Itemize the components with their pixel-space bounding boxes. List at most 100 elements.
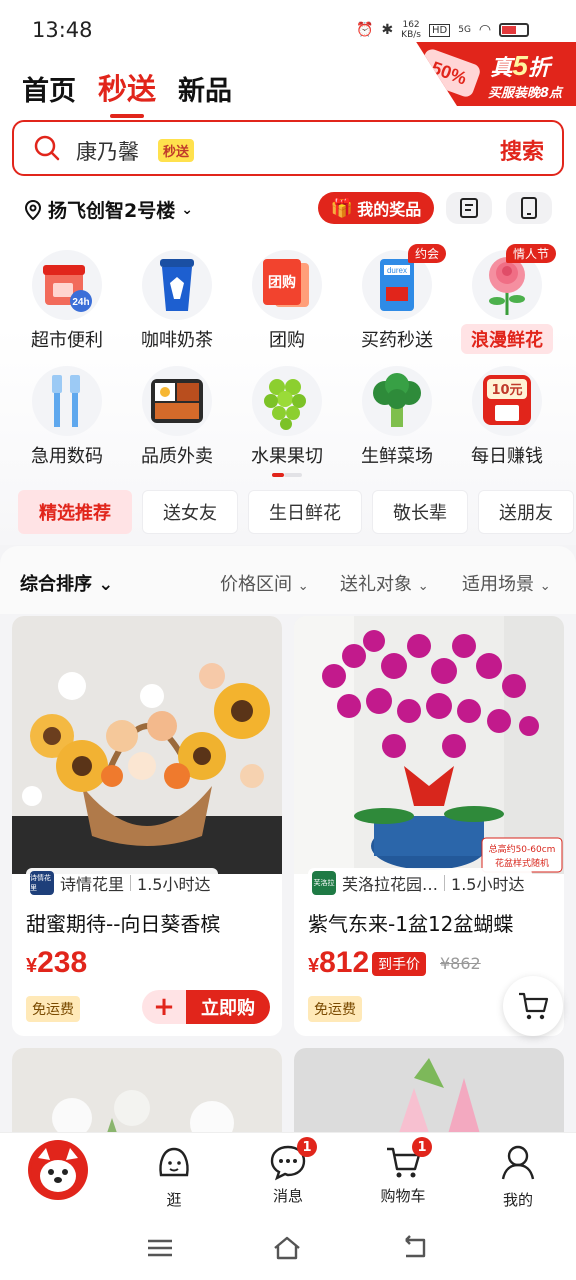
cable-icon (32, 366, 102, 436)
product-price: ¥238 (26, 946, 88, 979)
promo-sub-text: 买服装晚8点 (487, 86, 562, 101)
search-icon (34, 135, 60, 161)
free-shipping-tag: 免运费 (26, 996, 80, 1022)
alarm-icon: ⏰ (356, 22, 374, 38)
divider (130, 875, 132, 891)
shop-name: 芙洛拉花园… (342, 875, 439, 894)
chip-featured[interactable]: 精选推荐 (18, 490, 132, 534)
shop-name: 诗情花里 (60, 875, 125, 894)
category-digital[interactable]: 急用数码 (12, 366, 122, 468)
product-price: ¥812 (308, 946, 370, 979)
category-label: 水果果切 (251, 446, 323, 467)
status-time: 13:48 (32, 18, 93, 42)
category-label: 急用数码 (31, 446, 103, 467)
category-badge: 情人节 (505, 244, 556, 263)
chip-for-girlfriend[interactable]: 送女友 (142, 490, 238, 534)
group-buy-icon: 团购 (252, 250, 322, 320)
product-image-orchid-pot: 总高约50-60cm 花盆样式随机 (294, 616, 564, 874)
money-icon: 10元 (472, 366, 542, 436)
coffee-cup-icon (142, 250, 212, 320)
search-input[interactable]: 康乃馨 (76, 136, 139, 166)
chevron-down-icon: ⌄ (98, 574, 114, 595)
top-nav-tabs: 首页 秒送 新品 (22, 66, 232, 118)
medicine-icon: durex 约会 (362, 244, 446, 320)
svg-text:总高约50-60cm: 总高约50-60cm (489, 843, 556, 855)
category-badge: 约会 (407, 244, 446, 263)
nav-home-mascot[interactable] (28, 1140, 88, 1200)
list-document-icon (460, 198, 478, 218)
category-takeout[interactable]: 品质外卖 (122, 366, 232, 468)
filter-occasion[interactable]: 适用场景 ⌄ (462, 570, 551, 596)
search-bar[interactable]: 康乃馨 秒送 搜索 (12, 120, 564, 176)
profile-icon (501, 1145, 535, 1180)
search-button[interactable]: 搜索 (500, 134, 544, 166)
category-fresh-produce[interactable]: 生鲜菜场 (342, 366, 452, 468)
tab-instant-delivery[interactable]: 秒送 (98, 66, 156, 118)
shop-tag[interactable]: 芙洛拉 芙洛拉花园… 1.5小时达 (308, 868, 533, 898)
svg-text:10元: 10元 (491, 383, 522, 398)
nav-label: 我的 (502, 1191, 533, 1209)
net-type: 5G (458, 25, 471, 35)
buy-now-button[interactable]: + 立即购 (142, 990, 270, 1024)
product-card[interactable]: 诗情花里 诗情花里 1.5小时达 甜蜜期待--向日葵香槟 ¥238 免运费 + … (12, 616, 282, 1036)
orders-button[interactable] (446, 192, 492, 224)
tab-new-products[interactable]: 新品 (178, 69, 232, 108)
chip-birthday-flowers[interactable]: 生日鲜花 (248, 490, 362, 534)
shop-logo: 芙洛拉 (312, 871, 336, 895)
filter-price-range[interactable]: 价格区间 ⌄ (220, 570, 309, 596)
promo-main-text: 真5折 (490, 50, 550, 81)
nav-label: 购物车 (380, 1187, 426, 1205)
back-icon[interactable] (400, 1234, 430, 1262)
message-icon: 1 (269, 1137, 317, 1181)
category-label: 超市便利 (31, 330, 103, 351)
category-label: 浪漫鲜花 (461, 324, 553, 354)
sort-bar: 综合排序 ⌄ 价格区间 ⌄ 送礼对象 ⌄ 适用场景 ⌄ (0, 546, 576, 614)
page-dot-active (272, 473, 284, 477)
chevron-down-icon: ⌄ (181, 201, 193, 218)
system-nav-bar (0, 1216, 576, 1280)
broccoli-icon (362, 366, 432, 436)
chip-for-friends[interactable]: 送朋友 (478, 490, 574, 534)
category-supermarket[interactable]: 24h 超市便利 (12, 250, 122, 352)
shop-tag[interactable]: 诗情花里 诗情花里 1.5小时达 (26, 868, 219, 898)
category-label: 生鲜菜场 (361, 446, 433, 467)
nav-browse[interactable]: 逛 (134, 1143, 214, 1210)
floating-cart-button[interactable] (503, 976, 563, 1036)
category-fruit[interactable]: 水果果切 (232, 366, 342, 468)
notification-badge: 1 (297, 1137, 317, 1157)
home-icon[interactable] (272, 1234, 302, 1262)
jd-mascot-icon (31, 1143, 85, 1197)
page-dot (284, 473, 302, 477)
category-page-indicator (272, 473, 302, 477)
device-button[interactable] (506, 192, 552, 224)
menu-icon[interactable] (145, 1234, 175, 1262)
buy-now-label: 立即购 (186, 990, 270, 1024)
location-selector[interactable]: 扬飞创智2号楼 ⌄ (24, 196, 193, 223)
category-coffee-tea[interactable]: 咖啡奶茶 (122, 250, 232, 352)
category-daily-earn[interactable]: 10元 每日赚钱 (452, 366, 562, 468)
nav-messages[interactable]: 1 消息 (248, 1137, 328, 1206)
chevron-down-icon: ⌄ (417, 579, 429, 594)
location-address: 扬飞创智2号楼 (48, 200, 176, 222)
my-prizes-button[interactable]: 🎁 我的奖品 (318, 192, 434, 224)
category-label: 品质外卖 (141, 446, 213, 467)
final-price-label: 到手价 (372, 952, 426, 976)
delivery-time: 1.5小时达 (451, 875, 525, 894)
product-card[interactable]: 总高约50-60cm 花盆样式随机 芙洛拉 芙洛拉花园… 1.5小时达 紫气东来… (294, 616, 564, 1036)
svg-text:团购: 团购 (268, 274, 296, 291)
sort-comprehensive[interactable]: 综合排序 ⌄ (20, 570, 113, 596)
nav-label: 逛 (166, 1191, 182, 1209)
filter-chips: 精选推荐 送女友 生日鲜花 敬长辈 送朋友 (18, 490, 574, 534)
free-shipping-tag: 免运费 (308, 996, 362, 1022)
filter-recipient[interactable]: 送礼对象 ⌄ (340, 570, 429, 596)
my-prizes-label: 我的奖品 (357, 200, 422, 219)
nav-profile[interactable]: 我的 (478, 1143, 558, 1210)
category-romantic-flowers[interactable]: 情人节 浪漫鲜花 (452, 244, 562, 354)
category-medicine[interactable]: durex 约会 买药秒送 (342, 244, 452, 352)
category-group-buy[interactable]: 团购 团购 (232, 250, 342, 352)
chip-for-elders[interactable]: 敬长辈 (372, 490, 468, 534)
nav-cart[interactable]: 1 购物车 (363, 1137, 443, 1206)
tab-home[interactable]: 首页 (22, 69, 76, 108)
cart-icon (519, 992, 549, 1020)
hd-icon: HD (428, 23, 451, 37)
